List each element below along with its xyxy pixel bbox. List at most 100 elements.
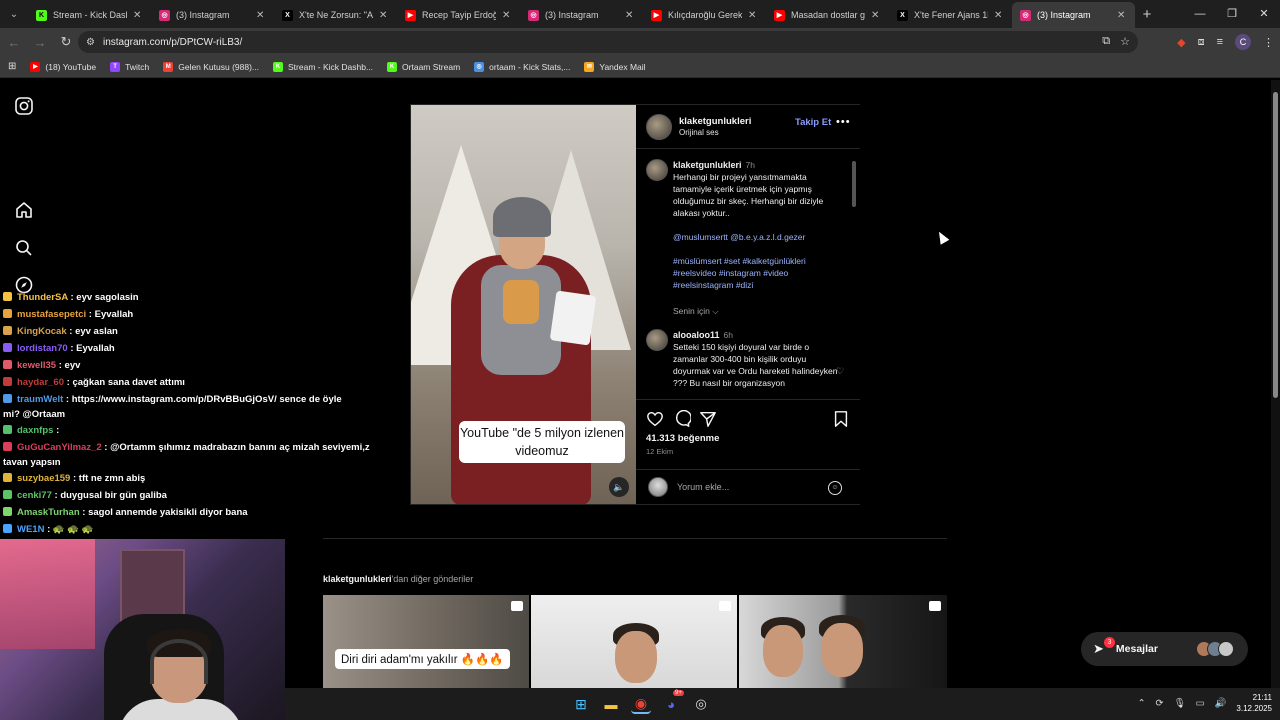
tray-chevron-icon[interactable]: ⌃ — [1138, 698, 1146, 709]
bookmark-star-icon[interactable]: ☆ — [1120, 35, 1130, 48]
close-tab-icon[interactable]: ✕ — [133, 10, 143, 21]
caption-mentions[interactable]: @muslumsertt @b.e.y.a.z.l.d.gezer — [673, 231, 845, 243]
tabs-container: K Stream - Kick Dashbo ✕ ◎ (3) Instagram ✕ X X'… — [28, 0, 1135, 28]
likes-count[interactable]: 41.313 beğenme — [646, 433, 719, 444]
tab-title: Stream - Kick Dashbo — [53, 10, 127, 20]
more-post-thumbnail[interactable] — [531, 595, 737, 688]
page-scrollbar[interactable] — [1271, 80, 1280, 688]
browser-tab[interactable]: ▶ Masadan dostlar gid ✕ — [766, 2, 889, 28]
close-tab-icon[interactable]: ✕ — [256, 10, 266, 21]
youtube-favicon-icon: ▶ — [774, 9, 785, 21]
mic-icon[interactable]: 🎙 — [1174, 698, 1186, 709]
close-tab-icon[interactable]: ✕ — [502, 10, 512, 21]
more-post-thumbnail[interactable] — [739, 595, 947, 688]
browser-tab[interactable]: X X'te Fener Ajans 1k: " ✕ — [889, 2, 1012, 28]
restore-icon[interactable]: ❐ — [1216, 0, 1248, 28]
browser-tab[interactable]: ◎ (3) Instagram ✕ — [151, 2, 274, 28]
more-options-icon[interactable]: ••• — [836, 116, 851, 128]
close-tab-icon[interactable]: ✕ — [748, 10, 758, 21]
display-icon[interactable]: ▭ — [1196, 698, 1205, 709]
discord-icon[interactable]: ◕ 9+ — [661, 690, 684, 714]
browser-tab[interactable]: ▶ Recep Tayip Erdoğan ✕ — [397, 2, 520, 28]
thumb-person-face — [763, 625, 803, 677]
obs-icon[interactable]: ◎ — [691, 694, 711, 714]
chat-badge-icon — [3, 442, 12, 451]
reload-icon[interactable]: ↻ — [54, 34, 78, 50]
audio-label[interactable]: Orijinal ses — [679, 128, 751, 137]
share-send-icon[interactable] — [699, 410, 717, 428]
windows-start-icon[interactable]: ⊞ — [571, 694, 591, 714]
comment-username[interactable]: alooaloo11 — [673, 330, 720, 340]
bookmark-item[interactable]: M Gelen Kutusu (988)... — [163, 61, 259, 72]
browser-tab[interactable]: K Stream - Kick Dashbo ✕ — [28, 2, 151, 28]
caption-username[interactable]: klaketgunlukleri — [673, 160, 742, 170]
chat-username: traumWelt — [17, 394, 64, 405]
headset-icon — [150, 639, 208, 684]
instagram-favicon-icon: ◎ — [159, 9, 170, 21]
bookmark-item[interactable]: K Stream - Kick Dashb... — [273, 61, 373, 72]
messages-button[interactable]: ➤ 3 Mesajlar — [1081, 632, 1248, 666]
extensions-puzzle-icon[interactable]: ⧈ — [1198, 36, 1205, 49]
author-username[interactable]: klaketgunlukleri — [679, 116, 751, 127]
browser-tab[interactable]: ◎ (3) Instagram ✕ — [520, 2, 643, 28]
new-tab-button[interactable]: + — [1135, 6, 1159, 23]
back-icon[interactable]: ← — [2, 35, 26, 50]
bookmark-favicon-icon: K — [387, 61, 398, 72]
file-explorer-icon[interactable]: ▬ — [601, 694, 621, 714]
reel-video[interactable]: YouTube "de 5 milyon izlenen videomuz 🔈 — [411, 105, 636, 504]
save-bookmark-icon[interactable] — [832, 410, 850, 428]
more-posts-owner[interactable]: klaketgunlukleri — [323, 574, 392, 584]
chrome-icon[interactable]: ◉ — [631, 694, 651, 714]
forward-icon[interactable]: → — [28, 35, 52, 50]
chat-message: GuGuCanYilmaz_2 : @Ortamm şıhımız madrab… — [3, 442, 370, 468]
author-avatar[interactable] — [646, 113, 672, 140]
author-avatar[interactable] — [646, 159, 668, 181]
bookmark-item[interactable]: ✉ Yandex Mail — [584, 61, 646, 72]
close-tab-icon[interactable]: ✕ — [994, 10, 1004, 21]
install-app-icon[interactable]: ⧉ — [1102, 35, 1110, 48]
extension-icon[interactable]: ◆ — [1177, 36, 1185, 49]
bookmark-favicon-icon: K — [273, 61, 284, 72]
comment-input[interactable]: Yorum ekle... — [677, 482, 729, 492]
comments-scrollbar[interactable] — [852, 161, 856, 207]
comment-bubble-icon[interactable] — [673, 410, 691, 428]
search-icon[interactable] — [14, 238, 34, 258]
menu-kebab-icon[interactable]: ⋮ — [1263, 36, 1274, 49]
translation-toggle[interactable]: Senin için ⌵ — [673, 305, 845, 317]
audio-toggle-icon[interactable]: 🔈 — [609, 477, 629, 497]
reading-list-icon[interactable]: ≡ — [1217, 36, 1223, 48]
chat-text: : https://www.instagram.com/p/DRvBBuGjOs… — [63, 394, 342, 405]
minimize-icon[interactable]: — — [1184, 0, 1216, 28]
browser-tab[interactable]: ▶ Kılıçdaroğlu Gereksiz ✕ — [643, 2, 766, 28]
bookmark-item[interactable]: ◎ ortaam - Kick Stats,... — [474, 61, 570, 72]
close-tab-icon[interactable]: ✕ — [625, 10, 635, 21]
follow-button[interactable]: Takip Et — [795, 117, 831, 128]
address-bar[interactable]: ⚙ instagram.com/p/DPtCW-riLB3/ ⧉ ☆ — [78, 31, 1138, 53]
bookmark-item[interactable]: T Twitch — [110, 61, 149, 72]
home-icon[interactable] — [14, 200, 34, 220]
comment-like-icon[interactable]: ♡ — [836, 366, 844, 377]
close-tab-icon[interactable]: ✕ — [379, 10, 389, 21]
volume-icon[interactable]: 🔊 — [1215, 698, 1227, 709]
profile-avatar[interactable]: C — [1235, 34, 1251, 50]
chat-text: : duygusal bir gün galiba — [51, 490, 167, 501]
close-window-icon[interactable]: ✕ — [1248, 0, 1280, 28]
clock[interactable]: 21:11 3.12.2025 — [1236, 692, 1272, 714]
emoji-picker-icon[interactable]: ☺ — [828, 481, 842, 495]
tab-search-chevron-icon[interactable]: ⌄ — [0, 0, 28, 28]
browser-tab[interactable]: X X'te Ne Zorsun: "Aym ✕ — [274, 2, 397, 28]
close-tab-icon[interactable]: ✕ — [871, 10, 881, 21]
browser-tab[interactable]: ◎ (3) Instagram ✕ — [1012, 2, 1135, 28]
apps-grid-icon[interactable]: ⊞ — [8, 61, 16, 72]
site-info-icon[interactable]: ⚙ — [86, 37, 95, 48]
close-tab-icon[interactable]: ✕ — [1117, 10, 1127, 21]
sync-icon[interactable]: ⟳ — [1156, 698, 1164, 709]
like-heart-icon[interactable] — [646, 410, 664, 428]
commenter-avatar[interactable] — [646, 329, 668, 351]
more-post-thumbnail[interactable]: Diri diri adam'mı yakılır 🔥🔥🔥 — [323, 595, 529, 688]
bookmark-item[interactable]: ▶ (18) YouTube — [30, 61, 96, 72]
bookmark-item[interactable]: K Ortaam Stream — [387, 61, 460, 72]
caption-hashtags[interactable]: #müslümsert #set #kalketgünlükleri #reel… — [673, 255, 845, 291]
instagram-logo-icon[interactable] — [14, 96, 34, 116]
page-scroll-thumb[interactable] — [1273, 92, 1278, 398]
